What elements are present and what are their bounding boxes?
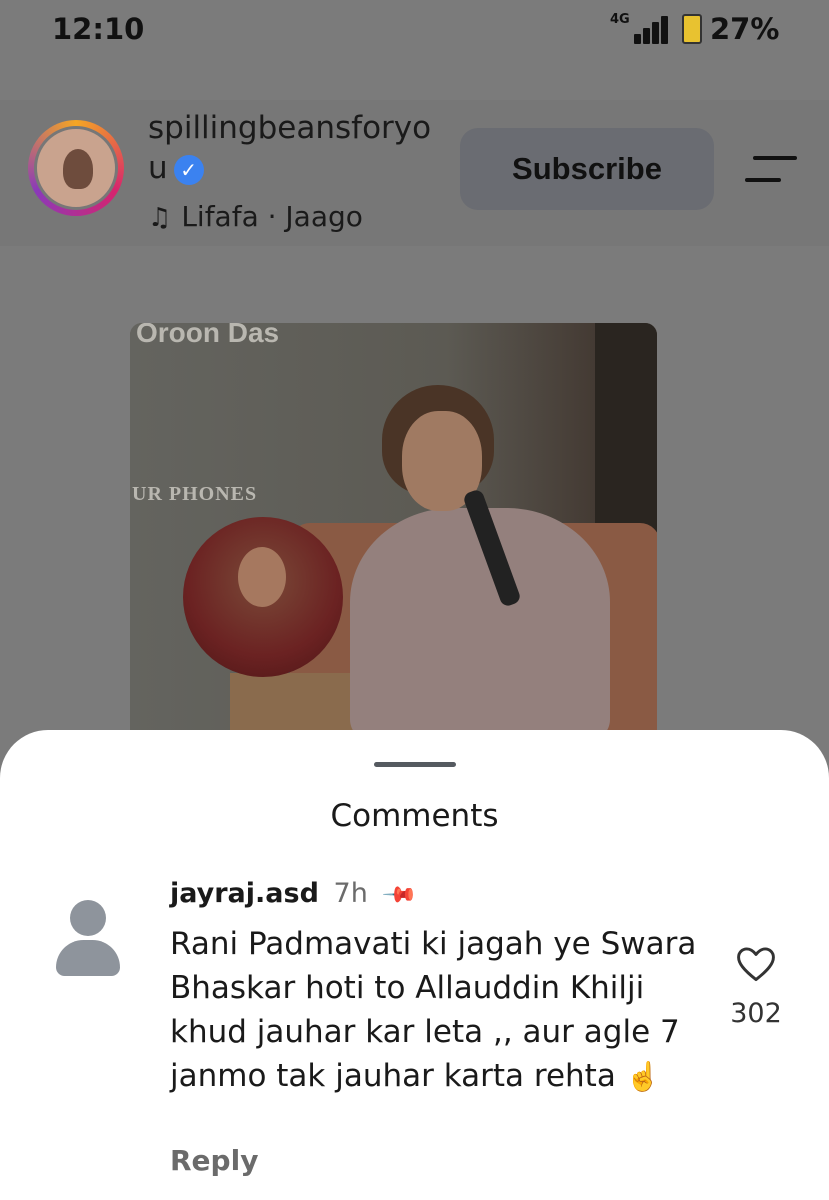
network-type: 4G <box>610 12 630 27</box>
music-title: Lifafa · Jaago <box>181 200 363 233</box>
signal-icon <box>630 16 670 44</box>
comment-avatar[interactable] <box>56 900 120 980</box>
music-note-icon: ♫ <box>148 203 172 233</box>
pin-icon: 📌 <box>381 876 419 915</box>
subscribe-button[interactable]: Subscribe <box>460 128 714 210</box>
comment-username[interactable]: jayraj.asd <box>170 878 319 909</box>
avatar-image <box>34 126 118 210</box>
status-bar: 12:10 4G 27% <box>0 0 829 62</box>
reply-button[interactable]: Reply <box>170 1144 258 1177</box>
verified-badge-icon: ✓ <box>173 154 204 185</box>
like-count: 302 <box>730 998 782 1029</box>
video-overlay-text: UR PHONES <box>132 483 258 505</box>
comment-time: 7h <box>333 878 368 909</box>
video-player[interactable]: Oroon Das UR PHONES <box>130 323 657 743</box>
heart-icon[interactable] <box>734 942 778 986</box>
status-time: 12:10 <box>52 12 145 46</box>
post-username[interactable]: spillingbeansforyou ✓ <box>148 108 448 188</box>
comment-body: Rani Padmavati ki jagah ye Swara Bhaskar… <box>170 926 697 1094</box>
avatar-shoulders <box>56 940 120 976</box>
avatar-head <box>70 900 106 936</box>
comment-text: Rani Padmavati ki jagah ye Swara Bhaskar… <box>170 922 710 1099</box>
drag-handle[interactable] <box>374 762 456 767</box>
comments-title: Comments <box>330 798 499 834</box>
battery-percent: 27% <box>710 12 780 46</box>
video-overlay-name: Oroon Das <box>136 323 280 348</box>
menu-icon[interactable] <box>745 156 797 186</box>
pointing-up-emoji-icon: ☝️ <box>625 1060 661 1093</box>
comment-meta: jayraj.asd 7h 📌 <box>170 877 419 914</box>
video-inset-image <box>183 517 343 677</box>
comments-sheet: Comments jayraj.asd 7h 📌 Rani Padmavati … <box>0 730 829 1200</box>
battery-icon <box>682 14 702 44</box>
post-header: spillingbeansforyou ✓ ♫ Lifafa · Jaago Sub… <box>0 100 829 246</box>
profile-avatar[interactable] <box>28 120 124 216</box>
music-info[interactable]: ♫ Lifafa · Jaago <box>148 200 363 233</box>
